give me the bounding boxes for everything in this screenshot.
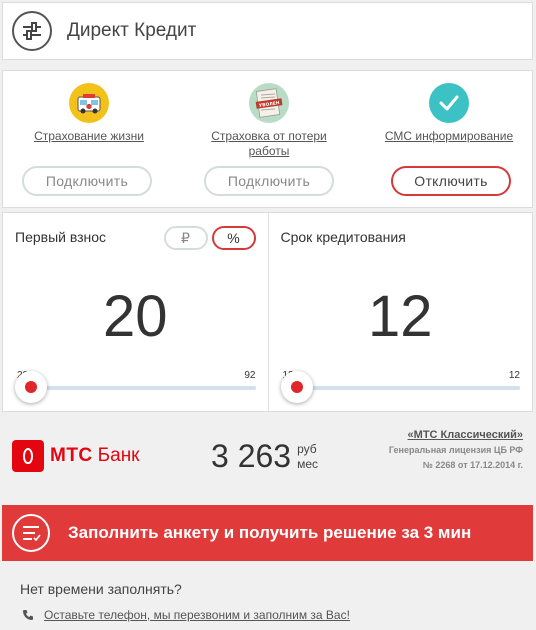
dismissal-doc-icon: УВОЛЕН [249,83,289,123]
unit-percent-button[interactable]: % [211,226,256,250]
payment-amount: 3 263 [211,438,292,474]
down-payment-slider-handle[interactable] [15,371,47,403]
down-payment-label: Первый взнос [15,229,107,245]
app-header: Директ Кредит [2,2,533,60]
term-slider-handle[interactable] [280,371,313,403]
license-line-1: Генеральная лицензия ЦБ РФ [388,445,523,455]
term-track[interactable] [294,386,520,390]
sms-disconnect-button[interactable]: Отключить [391,166,511,196]
bank-logo: МТС Банк [12,440,140,472]
callback-link[interactable]: Оставьте телефон, мы перезвоним и заполн… [44,608,350,622]
apply-button-label: Заполнить анкету и получить решение за 3… [68,523,472,542]
bank-offer: МТС Банк 3 263 руб мес «МТС Классический»… [2,420,533,492]
monthly-payment: 3 263 руб мес [211,438,318,475]
unit-toggle: ₽ % [163,226,256,250]
bank-name-bold: МТС [50,445,93,466]
calculator-panel: Первый взнос ₽ % 20 20 92 Срок кредитова… [2,212,533,412]
check-icon [429,83,469,123]
job-loss-insurance-connect-button[interactable]: Подключить [204,166,334,196]
license-line-2: № 2268 от 17.12.2014 г. [422,460,523,470]
bank-name: Банк [97,445,140,466]
unit-rub-button[interactable]: ₽ [163,226,208,250]
settings-button[interactable] [12,11,52,51]
down-payment-value: 20 [102,284,168,349]
down-payment-card: Первый взнос ₽ % 20 20 92 [3,213,268,411]
phone-icon [23,610,33,620]
options-panel: Страхование жизни Подключить УВОЛЕН Стра… [2,70,533,208]
slider-dot [290,381,303,393]
payment-unit: руб мес [297,441,319,471]
ambulance-icon [69,83,109,123]
down-payment-track[interactable] [29,386,256,390]
term-max: 12 [508,370,520,381]
option-link-life-insurance[interactable]: Страхование жизни [9,129,169,144]
life-insurance-connect-button[interactable]: Подключить [22,166,152,196]
option-job-loss-insurance: УВОЛЕН Страховка от потери работы [189,71,349,159]
no-time-text: Нет времени заполнять? [20,581,182,597]
license-info: «МТС Классический» Генеральная лицензия … [389,428,523,473]
apply-button[interactable]: Заполнить анкету и получить решение за 3… [2,505,533,561]
option-life-insurance: Страхование жизни [9,71,169,144]
callback-row: Оставьте телефон, мы перезвоним и заполн… [22,608,350,622]
slider-dot [25,381,37,393]
option-link-job-loss-insurance[interactable]: Страховка от потери работы [189,129,349,159]
option-link-sms[interactable]: СМС информирование [369,129,529,144]
page-title: Директ Кредит [67,20,197,41]
term-card: Срок кредитования 12 12 12 [267,213,533,411]
mts-egg-icon [12,440,44,472]
form-list-icon [12,514,50,552]
sliders-icon [23,22,41,40]
term-label: Срок кредитования [280,229,406,245]
term-value: 12 [367,284,433,349]
down-payment-max: 92 [244,370,256,381]
option-sms: СМС информирование [369,71,529,144]
product-link[interactable]: «МТС Классический» [389,428,523,443]
